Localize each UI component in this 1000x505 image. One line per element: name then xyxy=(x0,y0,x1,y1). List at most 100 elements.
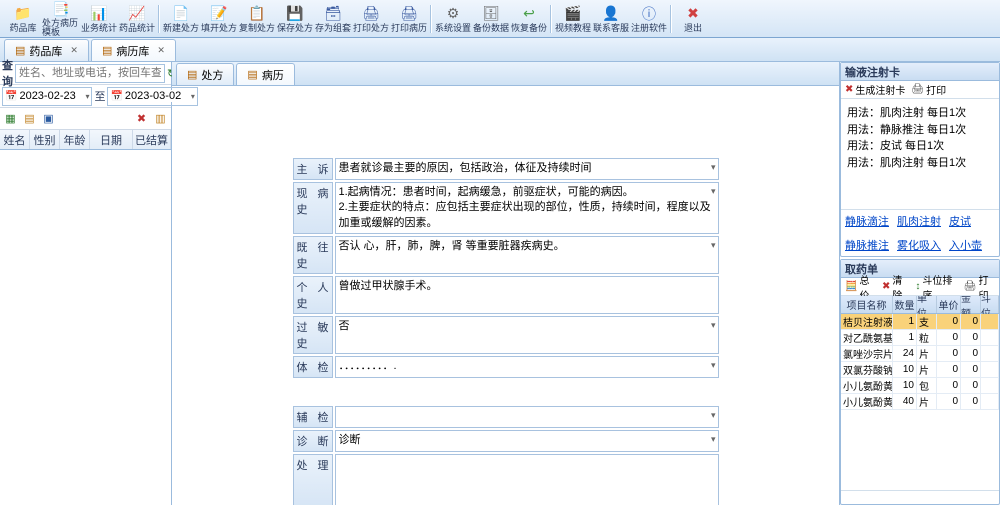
injection-card-body: 用法：肌肉注射 每日1次用法：静脉推注 每日1次用法：皮试 每日1次用法：肌肉注… xyxy=(841,99,999,209)
toolbar-视频教程[interactable]: 🎬视频教程 xyxy=(554,1,592,37)
打印处方-icon: 🖨 xyxy=(362,5,380,23)
route-link-入小壶[interactable]: 入小壶 xyxy=(949,237,982,253)
toolbar-业务统计[interactable]: 📊业务统计 xyxy=(80,1,118,37)
toolbar-处方病历模板[interactable]: 📑处方病历模板 xyxy=(42,1,80,37)
form-field-体 检[interactable]: ．．．．．．．．．.▾ xyxy=(335,356,719,378)
dropdown-icon[interactable]: ▾ xyxy=(711,161,716,174)
form-field-个人史[interactable]: 曾做过甲状腺手术。 xyxy=(335,276,719,314)
dropdown-icon[interactable]: ▾ xyxy=(711,239,716,252)
record-tab-处方[interactable]: ▤处方 xyxy=(176,63,234,85)
dropdown-icon[interactable]: ▾ xyxy=(711,409,716,422)
toolbar-填开处方[interactable]: 📝填开处方 xyxy=(200,1,238,37)
medication-grid-header: 项目名称 数量 单位 单价 金额 斗位 xyxy=(841,296,999,314)
injection-card-title: 输液注射卡 xyxy=(841,63,999,81)
toolbar-备份数据[interactable]: 🗄备份数据 xyxy=(472,1,510,37)
toolbar-保存处方[interactable]: 💾保存处方 xyxy=(276,1,314,37)
新建处方-icon: 📄 xyxy=(172,5,190,23)
form-label-现病史: 现病史 xyxy=(293,182,333,234)
存为组套-icon: 🗃 xyxy=(324,5,342,23)
print-card-button[interactable]: 🖨打印 xyxy=(911,82,946,97)
search-input[interactable] xyxy=(15,64,165,83)
dropdown-icon[interactable]: ▾ xyxy=(711,319,716,332)
form-field-处 理[interactable] xyxy=(335,454,719,505)
tab-病历库[interactable]: ▤病历库✕ xyxy=(91,39,176,61)
form-field-过敏史[interactable]: 否▾ xyxy=(335,316,719,354)
备份数据-icon: 🗄 xyxy=(482,5,500,23)
form-label-主 诉: 主 诉 xyxy=(293,158,333,180)
toolbar-恢复备份[interactable]: ↩恢复备份 xyxy=(510,1,548,37)
med-row[interactable]: 小儿氨酚黄…40片00 xyxy=(841,394,999,410)
toolbar-药品库[interactable]: 📁药品库 xyxy=(4,1,42,37)
right-column: 输液注射卡 ✖生成注射卡 🖨打印 用法：肌肉注射 每日1次用法：静脉推注 每日1… xyxy=(840,62,1000,505)
col-date[interactable]: 日期 xyxy=(90,130,133,149)
业务统计-icon: 📊 xyxy=(90,5,108,23)
main-toolbar: 📁药品库📑处方病历模板📊业务统计📈药品统计📄新建处方📝填开处方📋复制处方💾保存处… xyxy=(0,0,1000,38)
col-settled[interactable]: 已结算 xyxy=(133,130,171,149)
form-label-处 理: 处 理 xyxy=(293,454,333,505)
route-link-雾化吸入[interactable]: 雾化吸入 xyxy=(897,237,941,253)
toolbar-系统设置[interactable]: ⚙系统设置 xyxy=(434,1,472,37)
form-label-个人史: 个人史 xyxy=(293,276,333,314)
form-field-辅 检[interactable]: ▾ xyxy=(335,406,719,428)
injection-card-panel: 输液注射卡 ✖生成注射卡 🖨打印 用法：肌肉注射 每日1次用法：静脉推注 每日1… xyxy=(840,62,1000,257)
复制处方-icon: 📋 xyxy=(248,5,266,23)
medication-list-panel: 取药单 🧮总价 ✖清除 ↕斗位排序 🖨打印 项目名称 数量 单位 单价 金额 斗… xyxy=(840,259,1000,505)
close-icon[interactable]: ✕ xyxy=(157,45,165,56)
toolbar-复制处方[interactable]: 📋复制处方 xyxy=(238,1,276,37)
恢复备份-icon: ↩ xyxy=(520,5,538,23)
medical-record-form: 主 诉患者就诊最主要的原因，包括政治，体征及持续时间▾现病史1.起病情况：患者时… xyxy=(172,86,839,505)
close-icon[interactable]: ✕ xyxy=(70,45,78,56)
med-row[interactable]: 小儿氨酚黄…10包00 xyxy=(841,378,999,394)
tab-药品库[interactable]: ▤药品库✕ xyxy=(4,39,89,61)
add-icon[interactable]: ▦ xyxy=(4,112,17,125)
form-field-主 诉[interactable]: 患者就诊最主要的原因，包括政治，体征及持续时间▾ xyxy=(335,158,719,180)
middle-panel: ▤处方▤病历 主 诉患者就诊最主要的原因，包括政治，体征及持续时间▾现病史1.起… xyxy=(172,62,840,505)
保存处方-icon: 💾 xyxy=(286,5,304,23)
toolbar-联系客服[interactable]: 👤联系客服 xyxy=(592,1,630,37)
退出-icon: ✖ xyxy=(684,5,702,23)
form-field-现病史[interactable]: 1.起病情况：患者时间，起病缓急，前驱症状，可能的病因。2.主要症状的特点：应包… xyxy=(335,182,719,234)
dropdown-icon[interactable]: ▾ xyxy=(711,185,716,198)
medication-footer xyxy=(841,490,999,504)
dropdown-icon[interactable]: ▾ xyxy=(711,359,716,372)
col-name[interactable]: 姓名 xyxy=(0,130,30,149)
export-icon[interactable]: ▥ xyxy=(154,112,167,125)
toolbar-注册软件[interactable]: ⓘ注册软件 xyxy=(630,1,668,37)
date-from-input[interactable] xyxy=(19,90,83,102)
col-sex[interactable]: 性别 xyxy=(30,130,60,149)
form-field-诊 断[interactable]: 诊断▾ xyxy=(335,430,719,452)
generate-card-button[interactable]: ✖生成注射卡 xyxy=(845,82,905,97)
edit-icon[interactable]: ▤ xyxy=(23,112,36,125)
col-age[interactable]: 年龄 xyxy=(60,130,90,149)
route-link-肌肉注射[interactable]: 肌肉注射 xyxy=(897,213,941,229)
app-tabbar: ▤药品库✕▤病历库✕ xyxy=(0,38,1000,62)
med-row[interactable]: 桔贝注射液1支00 xyxy=(841,314,999,330)
route-link-静脉推注[interactable]: 静脉推注 xyxy=(845,237,889,253)
打印病历-icon: 🖨 xyxy=(400,5,418,23)
toolbar-打印病历[interactable]: 🖨打印病历 xyxy=(390,1,428,37)
form-label-诊 断: 诊 断 xyxy=(293,430,333,452)
copy-icon[interactable]: ▣ xyxy=(42,112,55,125)
form-label-过敏史: 过敏史 xyxy=(293,316,333,354)
toolbar-存为组套[interactable]: 🗃存为组套 xyxy=(314,1,352,37)
med-row[interactable]: 双氯芬酸钠…10片00 xyxy=(841,362,999,378)
药品统计-icon: 📈 xyxy=(128,5,146,23)
form-label-既往史: 既往史 xyxy=(293,236,333,274)
med-row[interactable]: 氯唑沙宗片24片00 xyxy=(841,346,999,362)
药品库-icon: 📁 xyxy=(14,5,32,23)
处方病历模板-icon: 📑 xyxy=(52,1,70,18)
route-link-皮试[interactable]: 皮试 xyxy=(949,213,971,229)
toolbar-打印处方[interactable]: 🖨打印处方 xyxy=(352,1,390,37)
toolbar-药品统计[interactable]: 📈药品统计 xyxy=(118,1,156,37)
form-field-既往史[interactable]: 否认 心，肝，肺，脾，肾 等重要脏器疾病史。▾ xyxy=(335,236,719,274)
dropdown-icon[interactable]: ▾ xyxy=(85,92,89,101)
delete-icon[interactable]: ✖ xyxy=(135,112,148,125)
联系客服-icon: 👤 xyxy=(602,5,620,23)
toolbar-退出[interactable]: ✖退出 xyxy=(674,1,712,37)
form-label-体 检: 体 检 xyxy=(293,356,333,378)
toolbar-新建处方[interactable]: 📄新建处方 xyxy=(162,1,200,37)
record-tab-病历[interactable]: ▤病历 xyxy=(236,63,294,85)
med-row[interactable]: 对乙酰氨基…1粒00 xyxy=(841,330,999,346)
route-link-静脉滴注[interactable]: 静脉滴注 xyxy=(845,213,889,229)
dropdown-icon[interactable]: ▾ xyxy=(711,433,716,446)
